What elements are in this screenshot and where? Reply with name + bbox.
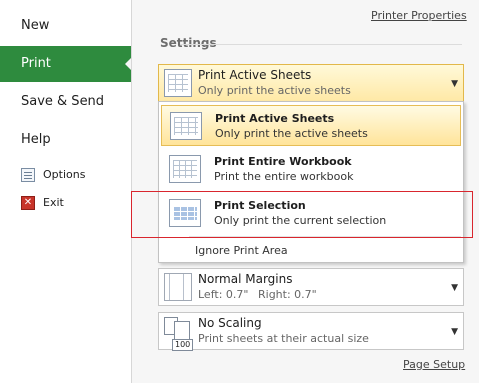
menu-item-title: Print Selection <box>214 199 306 212</box>
menu-item-title: Print Entire Workbook <box>214 155 352 168</box>
print-what-menu: Print Active Sheets Only print the activ… <box>158 101 464 263</box>
scaling-icon-label: 100 <box>172 339 194 351</box>
nav-save-send[interactable]: Save & Send <box>0 84 131 120</box>
menu-item-subtitle: Only print the current selection <box>214 214 387 227</box>
nav-help[interactable]: Help <box>0 122 131 158</box>
nav-exit[interactable]: ✕ Exit <box>21 194 64 212</box>
margins-dropdown[interactable]: Normal Margins Left: 0.7" Right: 0.7" ▼ <box>158 268 464 306</box>
nav-new[interactable]: New <box>0 8 131 44</box>
print-what-title: Print Active Sheets <box>198 68 312 82</box>
margins-title: Normal Margins <box>198 272 293 286</box>
selection-icon <box>169 199 201 227</box>
menu-item-subtitle: Only print the active sheets <box>215 127 368 140</box>
margins-right: Right: 0.7" <box>258 288 317 301</box>
chevron-down-icon: ▼ <box>451 79 458 89</box>
chevron-down-icon: ▼ <box>451 283 458 293</box>
scaling-title: No Scaling <box>198 316 262 330</box>
settings-divider <box>180 44 462 45</box>
scaling-icon: 100 <box>164 317 194 351</box>
menu-item-active-sheets[interactable]: Print Active Sheets Only print the activ… <box>161 105 461 146</box>
margins-left: Left: 0.7" <box>198 288 249 301</box>
menu-item-title: Print Active Sheets <box>215 112 335 125</box>
scaling-dropdown[interactable]: 100 No Scaling Print sheets at their act… <box>158 312 464 351</box>
nav-options-label: Options <box>43 168 86 181</box>
nav-exit-label: Exit <box>43 196 64 209</box>
menu-item-subtitle: Print the entire workbook <box>214 170 354 183</box>
settings-heading: Settings <box>160 36 217 50</box>
printer-properties-link[interactable]: Printer Properties <box>371 9 467 22</box>
chevron-down-icon: ▼ <box>451 327 458 337</box>
menu-item-ignore-print-area[interactable]: Ignore Print Area <box>195 244 288 257</box>
menu-separator <box>189 236 461 237</box>
print-what-subtitle: Only print the active sheets <box>198 84 351 97</box>
options-icon <box>21 168 35 182</box>
exit-icon: ✕ <box>21 196 35 210</box>
menu-item-entire-workbook[interactable]: Print Entire Workbook Print the entire w… <box>161 149 461 190</box>
page-setup-link[interactable]: Page Setup <box>403 358 465 371</box>
backstage-nav: New Print Save & Send Help Options ✕ Exi… <box>0 0 132 383</box>
workbook-icon <box>169 152 202 183</box>
active-sheets-icon <box>170 112 202 140</box>
nav-print[interactable]: Print <box>0 46 132 82</box>
menu-item-print-selection[interactable]: Print Selection Only print the current s… <box>161 193 461 234</box>
scaling-subtitle: Print sheets at their actual size <box>198 332 369 345</box>
print-what-dropdown[interactable]: Print Active Sheets Only print the activ… <box>158 64 464 102</box>
nav-options[interactable]: Options <box>21 166 85 184</box>
active-sheets-icon <box>164 69 192 97</box>
margins-icon <box>164 273 192 301</box>
